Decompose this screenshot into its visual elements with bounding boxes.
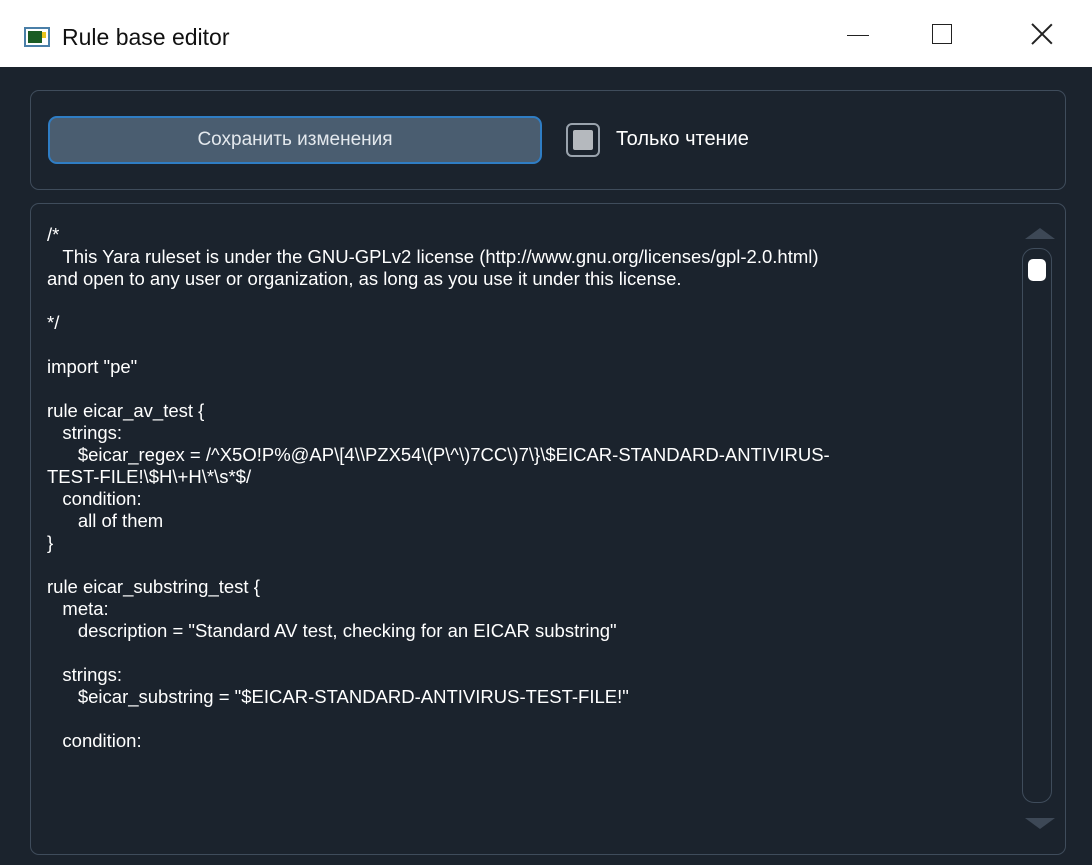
code-line: */ <box>47 312 60 333</box>
scroll-down-arrow-icon[interactable] <box>1025 818 1055 829</box>
code-line: condition: <box>47 488 142 509</box>
save-changes-button[interactable]: Сохранить изменения <box>48 116 542 164</box>
code-line: strings: <box>47 422 123 443</box>
code-line: meta: <box>47 598 109 619</box>
maximize-icon <box>932 23 952 44</box>
code-line: import "pe" <box>47 356 138 377</box>
code-line: strings: <box>47 664 123 685</box>
code-line: all of them <box>47 510 164 531</box>
readonly-checkbox[interactable] <box>566 123 600 157</box>
checkbox-checked-indicator <box>573 130 593 150</box>
scroll-up-arrow-icon[interactable] <box>1025 228 1055 239</box>
maximize-button[interactable] <box>914 0 970 67</box>
code-editor[interactable]: /* This Yara ruleset is under the GNU-GP… <box>47 224 1012 849</box>
vertical-scrollbar-track[interactable] <box>1022 248 1052 803</box>
code-line: rule eicar_av_test { <box>47 400 205 421</box>
close-button[interactable] <box>1014 0 1070 67</box>
window-title: Rule base editor <box>62 24 230 50</box>
code-line: This Yara ruleset is under the GNU-GPLv2… <box>47 246 819 267</box>
app-icon-fill <box>28 31 42 43</box>
app-icon-dot <box>42 32 46 38</box>
code-line: } <box>47 532 54 553</box>
code-line: $eicar_substring = "$EICAR-STANDARD-ANTI… <box>47 686 629 707</box>
close-icon <box>1031 23 1053 45</box>
scrollbar-thumb[interactable] <box>1028 259 1046 281</box>
rule-base-editor-window: Rule base editor Сохранить изменения Тол… <box>0 0 1092 865</box>
code-line: and open to any user or organization, as… <box>47 268 682 289</box>
title-bar[interactable]: Rule base editor <box>0 0 1092 67</box>
code-line: $eicar_regex = /^X5O!P%@AP\[4\\PZX54\(P\… <box>47 444 830 465</box>
code-line: rule eicar_substring_test { <box>47 576 260 597</box>
code-line: condition: <box>47 730 142 751</box>
minimize-button[interactable] <box>830 0 886 67</box>
app-icon <box>24 27 50 47</box>
code-line: TEST-FILE!\$H\+H\*\s*$/ <box>47 466 252 487</box>
minimize-icon <box>847 35 869 36</box>
code-line: description = "Standard AV test, checkin… <box>47 620 617 641</box>
code-line: /* <box>47 224 60 245</box>
readonly-label[interactable]: Только чтение <box>616 128 749 151</box>
